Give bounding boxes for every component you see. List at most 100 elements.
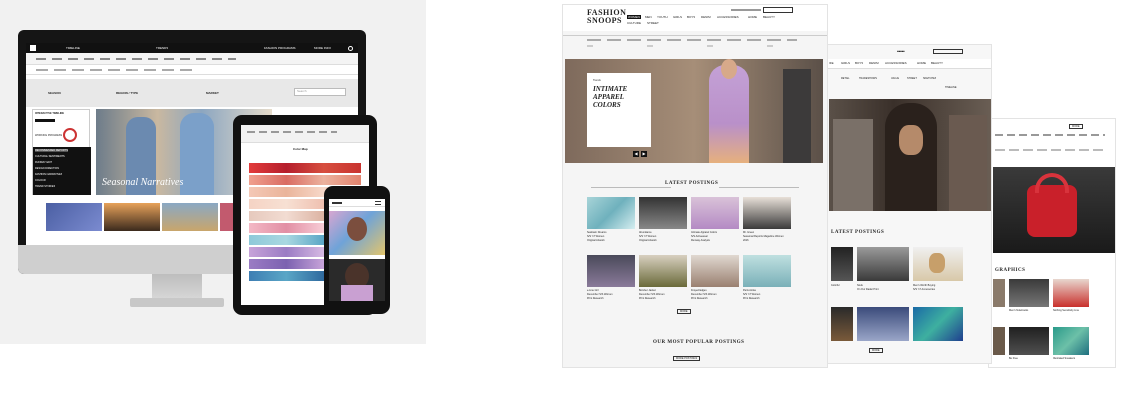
search-input[interactable]: Search [294,88,346,96]
subnav-link[interactable]: VALUE [891,77,899,80]
hamburger-menu-icon[interactable] [375,201,381,205]
next-arrow-icon[interactable]: ▶ [641,151,647,157]
nav-link[interactable]: HOME [917,61,926,65]
nav-link[interactable]: GIRLS [841,61,850,65]
posting-thumb[interactable] [587,255,635,287]
model-figure [180,113,214,195]
submenu-links[interactable] [36,69,196,71]
subnav-link[interactable]: RETAIL [841,77,850,80]
posting-thumb[interactable] [913,307,963,341]
nav-link[interactable]: ACCESSORIES [885,61,907,65]
subnav-link[interactable]: SKETCHES [923,77,936,80]
fashion-programs-link[interactable]: FASHION PROGRAMS [264,46,296,50]
login-button[interactable] [763,7,793,13]
nav-link[interactable]: DENIM [701,15,711,19]
thumbnail[interactable] [46,203,102,231]
posting-sub: S/S '17 Women [587,235,605,238]
posting-thumb[interactable] [857,307,909,341]
sidebar-item[interactable]: DESIGN DIRECTION [35,167,59,170]
page2-login-button[interactable] [933,49,963,54]
nav-link[interactable]: YOUTH [657,15,668,19]
sidebar-item[interactable]: CULTURAL SENTIMENTS [35,155,65,158]
subnav-links[interactable] [587,39,797,41]
sidebar-item[interactable]: FASHION NARRATIVES [35,173,62,176]
subnav-link[interactable]: STREET [907,77,917,80]
site-logo-line2[interactable]: SNOOPS [587,16,622,25]
model-head [347,217,367,241]
posting-thumb[interactable] [639,255,687,287]
season-filter[interactable]: SEASON [48,91,61,95]
more-button[interactable]: MORE [677,309,691,314]
sidebar-item[interactable]: RUNWAY EDIT [35,161,52,164]
nav-link[interactable]: CULTURE [627,21,641,25]
region-filter[interactable]: REGION / TYPE [116,91,138,95]
posting-thumb[interactable] [743,255,791,287]
category-links[interactable] [36,58,236,60]
graphics-thumb[interactable] [993,327,1005,355]
swatch-row[interactable] [249,175,361,185]
nav-link[interactable]: BEAUTY [763,15,775,19]
nav-link[interactable]: MEN [645,15,652,19]
posting-thumb[interactable] [691,255,739,287]
nav-link[interactable]: BEAUTY [931,61,943,65]
posting-thumb[interactable] [691,197,739,229]
graphics-thumb[interactable] [1009,327,1049,355]
feature-card[interactable]: Trends INTIMATE APPAREL COLORS [587,73,651,147]
model-face [721,59,737,79]
tab-trends[interactable]: TRENDS [156,46,168,50]
graphics-thumb[interactable] [1009,279,1049,307]
sidebar-item[interactable]: RECOMMENDED REPORTS [35,149,68,152]
hooded-model-image[interactable] [829,99,991,211]
page3-nav[interactable] [995,134,1105,136]
posting-thumb[interactable] [743,197,791,229]
swatch-row[interactable] [249,163,361,173]
posting-thumb[interactable] [831,247,853,281]
posting-type: Print Research [639,297,656,300]
tab-timeline[interactable]: TIMELINE [66,46,80,50]
prev-arrow-icon[interactable]: ◀ [633,151,639,157]
nav-women[interactable]: WOMEN [627,15,641,19]
posting-sub: December S/S Women [639,293,665,296]
phone-header [329,199,385,207]
posting-thumb[interactable] [587,197,635,229]
graphics-thumb[interactable] [1053,279,1089,307]
thumbnail[interactable] [104,203,160,231]
monitor-stand-base [130,298,224,307]
red-bag-image[interactable] [993,167,1115,253]
subnav-link[interactable]: TRADESHOWS [859,77,877,80]
page2-more-button[interactable]: MORE [869,348,883,353]
thumbnail[interactable] [162,203,218,231]
nav-link[interactable]: ACCESSORIES [717,15,739,19]
market-filter[interactable]: MARKET [206,91,219,95]
more-info-link[interactable]: MORE INFO [314,46,331,50]
more-postings-button[interactable]: MORE POSTINGS [673,356,701,361]
nav-link[interactable]: IFE [829,61,834,65]
nav-link[interactable]: GIRLS [673,15,682,19]
posting-sub: December S/S Women [587,293,613,296]
posting-thumb[interactable] [639,197,687,229]
posting-thumb[interactable] [913,247,963,281]
page3-subnav[interactable] [995,149,1105,151]
runway-hero[interactable]: Trends INTIMATE APPAREL COLORS ◀ ▶ [565,59,823,163]
latest-postings-heading: LATEST POSTINGS [665,181,719,186]
posting-thumb[interactable] [857,247,909,281]
graphics-thumb[interactable] [993,279,1005,307]
tablet-nav-links[interactable] [247,131,337,133]
phone-feature-image[interactable] [329,259,385,301]
graphics-thumb[interactable] [1053,327,1089,355]
phone-feature-image[interactable] [329,211,385,255]
nav-link[interactable]: STREET [647,21,659,25]
nav-link[interactable]: BOYS [687,15,695,19]
sidebar-item[interactable]: COLOUR [35,179,46,182]
sidebar-item[interactable]: TREND STORIES [35,185,55,188]
account-links[interactable] [731,9,761,11]
posting-title: Paris Active [743,289,757,292]
nav-link[interactable]: BOYS [855,61,863,65]
posting-thumb[interactable] [831,307,853,341]
page3-more-button[interactable]: MORE [1069,124,1083,129]
background-figure [833,119,873,211]
timeline-link[interactable]: TIMELINE [945,86,957,89]
nav-link[interactable]: DENIM [869,61,879,65]
user-icon[interactable] [348,46,353,51]
nav-link[interactable]: HOME [748,15,757,19]
